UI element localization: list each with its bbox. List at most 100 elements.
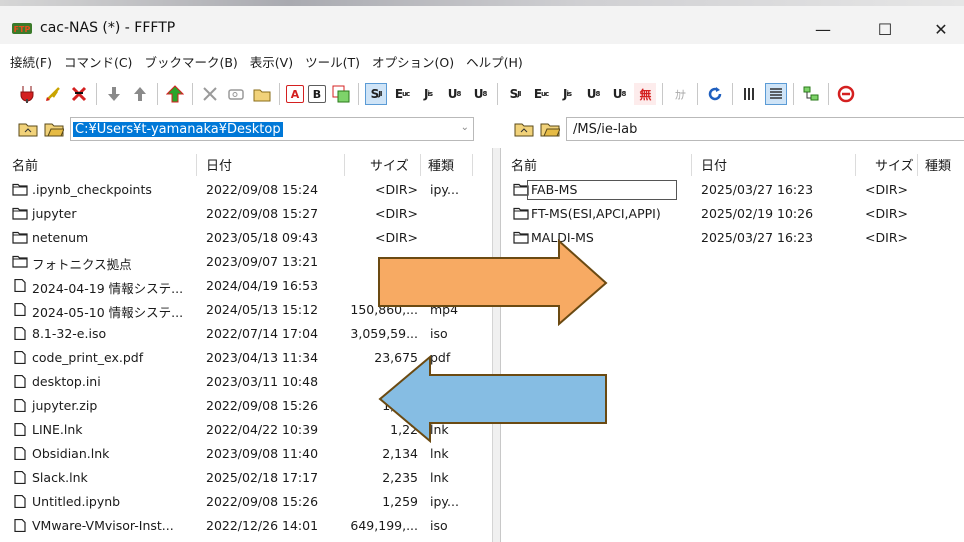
upload-arrow-icon[interactable] xyxy=(129,83,151,105)
file-date: 2023/03/11 10:48 xyxy=(206,374,319,389)
file-row[interactable]: Obsidian.lnk 2023/09/08 11:40 2,134 lnk xyxy=(0,442,492,466)
kana-convert-button[interactable]: ｶﾅ xyxy=(669,83,691,105)
file-row[interactable]: FAB-MS 2025/03/27 16:23 <DIR> xyxy=(501,178,964,202)
file-row[interactable]: FT-MS(ESI,APCI,APPI) 2025/02/19 10:26 <DIR… xyxy=(501,202,964,226)
new-folder-icon[interactable] xyxy=(251,83,273,105)
column-type-header[interactable]: 種類 xyxy=(925,155,951,174)
menu-options[interactable]: オプション(O) xyxy=(372,52,454,72)
mirror-upload-icon[interactable] xyxy=(164,83,186,105)
local-parent-folder-icon[interactable] xyxy=(18,121,38,137)
file-size: <DIR> xyxy=(865,230,908,245)
rename-icon[interactable] xyxy=(225,83,247,105)
host-utf8bom-button[interactable]: U8 xyxy=(469,83,491,105)
file-icon xyxy=(14,303,26,316)
download-arrow-icon[interactable] xyxy=(103,83,125,105)
close-button[interactable]: ✕ xyxy=(918,14,964,44)
stop-icon[interactable] xyxy=(835,83,857,105)
column-size-header[interactable]: サイズ xyxy=(875,155,914,174)
host-euc-button[interactable]: Euc xyxy=(391,83,413,105)
ascii-mode-button[interactable]: A xyxy=(286,85,304,103)
file-row[interactable]: Slack.lnk 2025/02/18 17:17 2,235 lnk xyxy=(0,466,492,490)
toolbar-separator xyxy=(279,83,280,105)
window-title: cac-NAS (*) - FFFTP xyxy=(40,20,176,36)
file-name: jupyter xyxy=(32,206,77,221)
file-date: 2022/07/14 17:04 xyxy=(206,326,319,341)
file-name: 2024-04-19 情報システ... xyxy=(32,281,184,296)
file-date: 2023/09/08 11:40 xyxy=(206,446,319,461)
file-icon xyxy=(14,351,26,364)
column-size-header[interactable]: サイズ xyxy=(370,155,409,174)
file-name: Untitled.ipynb xyxy=(32,494,121,509)
file-icon xyxy=(14,447,26,460)
local-list-header: 名前 日付 サイズ 種類 xyxy=(0,148,492,178)
menu-connect[interactable]: 接続(F) xyxy=(10,52,52,72)
file-row[interactable]: jupyter 2022/09/08 15:27 <DIR> xyxy=(0,202,492,226)
column-name-header[interactable]: 名前 xyxy=(12,155,38,174)
maximize-button[interactable]: ☐ xyxy=(862,14,908,44)
remote-open-folder-icon[interactable] xyxy=(540,121,560,137)
host-jis-button[interactable]: Jis xyxy=(417,83,439,105)
menu-view[interactable]: 表示(V) xyxy=(250,52,293,72)
toolbar-separator xyxy=(96,83,97,105)
column-name-header[interactable]: 名前 xyxy=(511,155,537,174)
local-utf8bom-button[interactable]: U8 xyxy=(608,83,630,105)
file-icon xyxy=(14,279,26,292)
local-jis-button[interactable]: Jis xyxy=(556,83,578,105)
file-row[interactable]: VMware-VMvisor-Inst... 2022/12/26 14:01 64… xyxy=(0,514,492,538)
file-name: LINE.lnk xyxy=(32,422,83,437)
binary-mode-button[interactable]: B xyxy=(308,85,326,103)
svg-text:FTP: FTP xyxy=(14,25,31,34)
file-date: 2025/02/18 17:17 xyxy=(206,470,319,485)
refresh-icon[interactable] xyxy=(704,83,726,105)
local-euc-button[interactable]: Euc xyxy=(530,83,552,105)
connect-icon[interactable] xyxy=(16,83,38,105)
pane-splitter[interactable] xyxy=(492,148,500,542)
file-icon xyxy=(14,495,26,508)
file-size: 2,134 xyxy=(382,446,418,461)
column-date-header[interactable]: 日付 xyxy=(701,155,727,174)
file-name: FAB-MS xyxy=(531,182,578,197)
column-type-header[interactable]: 種類 xyxy=(428,155,454,174)
remote-path-input[interactable]: /MS/ie-lab xyxy=(566,117,964,141)
auto-mode-icon[interactable] xyxy=(330,83,352,105)
file-icon xyxy=(14,375,26,388)
toolbar-separator xyxy=(497,83,498,105)
file-name: jupyter.zip xyxy=(32,398,98,413)
file-date: 2022/09/08 15:26 xyxy=(206,494,319,509)
file-size: 649,199,... xyxy=(350,518,418,533)
host-sjis-button[interactable]: S JI xyxy=(365,83,387,105)
host-utf8-button[interactable]: U8 xyxy=(443,83,465,105)
local-open-folder-icon[interactable] xyxy=(44,121,64,137)
local-utf8-button[interactable]: U8 xyxy=(582,83,604,105)
folder-icon xyxy=(513,207,529,220)
file-name: code_print_ex.pdf xyxy=(32,350,144,365)
local-path-text: C:¥Users¥t-yamanaka¥Desktop xyxy=(73,121,283,137)
file-name: .ipynb_checkpoints xyxy=(32,182,152,197)
local-sjis-button[interactable]: S JI xyxy=(504,83,526,105)
file-row[interactable]: .ipynb_checkpoints 2022/09/08 15:24 <DIR> i… xyxy=(0,178,492,202)
quick-connect-icon[interactable] xyxy=(42,83,64,105)
file-icon xyxy=(14,471,26,484)
tree-view-icon[interactable] xyxy=(800,83,822,105)
detail-view-icon[interactable] xyxy=(765,83,787,105)
menu-tools[interactable]: ツール(T) xyxy=(305,52,360,72)
column-date-header[interactable]: 日付 xyxy=(206,155,232,174)
no-conversion-button[interactable]: 無 xyxy=(634,83,656,105)
chevron-down-icon[interactable]: ⌄ xyxy=(461,122,469,133)
file-row[interactable]: Untitled.ipynb 2022/09/08 15:26 1,259 ipy..… xyxy=(0,490,492,514)
folder-icon xyxy=(12,183,28,196)
file-name: フォトニクス拠点 xyxy=(32,257,132,272)
file-size: <DIR> xyxy=(865,206,908,221)
list-view-icon[interactable] xyxy=(739,83,761,105)
file-date: 2024/05/13 15:12 xyxy=(206,302,319,317)
menu-bookmark[interactable]: ブックマーク(B) xyxy=(144,52,237,72)
file-date: 2024/04/19 16:53 xyxy=(206,278,319,293)
minimize-button[interactable]: — xyxy=(800,14,846,44)
folder-icon xyxy=(12,255,28,268)
disconnect-icon[interactable] xyxy=(68,83,90,105)
menu-help[interactable]: ヘルプ(H) xyxy=(466,52,523,72)
local-path-input[interactable]: C:¥Users¥t-yamanaka¥Desktop ⌄ xyxy=(70,117,474,141)
menu-command[interactable]: コマンド(C) xyxy=(64,52,132,72)
remote-parent-folder-icon[interactable] xyxy=(514,121,534,137)
delete-icon[interactable] xyxy=(199,83,221,105)
